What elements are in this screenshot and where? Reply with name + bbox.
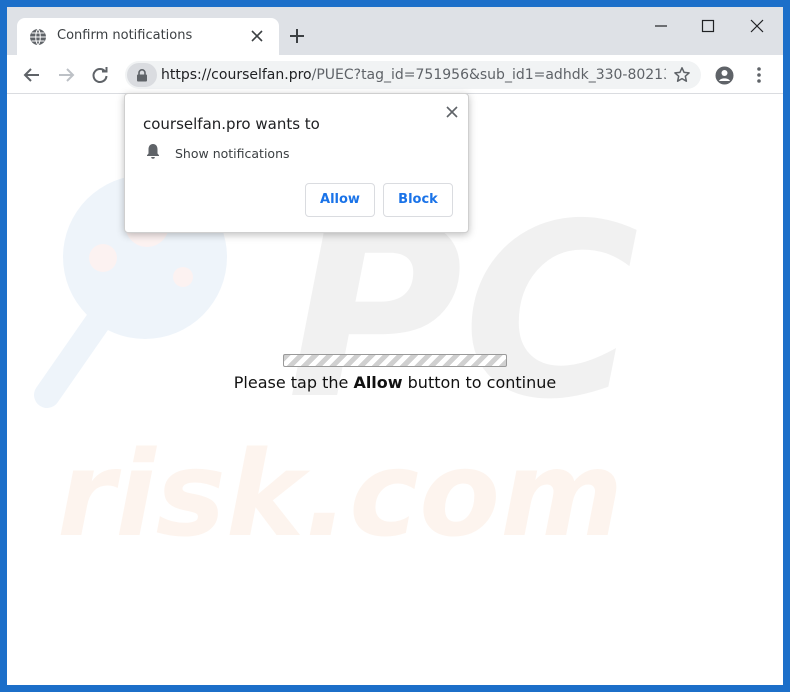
close-icon[interactable]: [445, 105, 459, 119]
instruction-message: Please tap the Allow button to continue: [7, 373, 783, 392]
title-bar: Confirm notifications: [7, 7, 783, 55]
bell-icon: [147, 144, 159, 159]
block-button[interactable]: Block: [383, 183, 453, 217]
tab-title: Confirm notifications: [57, 28, 193, 43]
new-tab-plus-icon[interactable]: [288, 27, 306, 45]
lock-icon: [137, 69, 147, 82]
address-bar[interactable]: https://courselfan.pro/PUEC?tag_id=75195…: [125, 61, 701, 89]
forward-arrow-icon[interactable]: [57, 66, 75, 84]
globe-icon: [30, 28, 46, 46]
browser-window: Confirm notifications https://courselfan…: [0, 0, 790, 692]
message-prefix: Please tap the: [233, 373, 354, 392]
url-host: https://courselfan.pro: [161, 67, 312, 83]
browser-tab[interactable]: Confirm notifications: [17, 18, 279, 55]
browser-toolbar: https://courselfan.pro/PUEC?tag_id=75195…: [7, 55, 783, 94]
minimize-icon[interactable]: [654, 19, 668, 33]
menu-kebab-icon[interactable]: [750, 66, 768, 84]
url-path: /PUEC?tag_id=751956&sub_id1=adhdk_330-80…: [311, 67, 666, 83]
maximize-icon[interactable]: [701, 19, 715, 33]
message-suffix: button to continue: [402, 373, 557, 392]
reload-icon[interactable]: [91, 66, 109, 84]
site-info-button[interactable]: [127, 63, 157, 87]
notification-permission-popup: courselfan.pro wants to Show notificatio…: [124, 93, 469, 233]
message-bold-allow: Allow: [353, 373, 403, 392]
url-text[interactable]: https://courselfan.pro/PUEC?tag_id=75195…: [161, 67, 666, 83]
popup-title: courselfan.pro wants to: [143, 115, 320, 133]
close-tab-icon[interactable]: [249, 28, 265, 44]
profile-avatar-icon[interactable]: [715, 66, 734, 85]
watermark-risk: risk.com: [57, 425, 623, 563]
close-window-icon[interactable]: [750, 19, 764, 33]
bookmark-star-icon[interactable]: [673, 66, 691, 84]
permission-label: Show notifications: [175, 146, 290, 161]
back-arrow-icon[interactable]: [23, 66, 41, 84]
allow-button[interactable]: Allow: [305, 183, 375, 217]
loading-progress-bar: [283, 354, 507, 367]
